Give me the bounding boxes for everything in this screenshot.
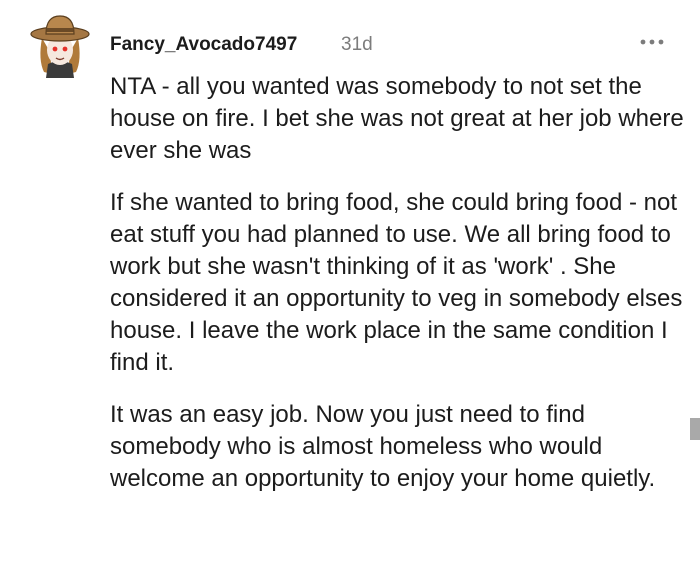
avatar[interactable] <box>30 12 90 78</box>
more-options-button[interactable] <box>636 30 668 54</box>
comment-paragraph: It was an easy job. Now you just need to… <box>110 401 656 492</box>
author-username[interactable]: Fancy_Avocado7497 <box>110 34 297 56</box>
comment-body: NTA - all you wanted was somebody to not… <box>110 71 685 515</box>
comment-timestamp: 31d <box>341 34 373 55</box>
comment-card: Fancy_Avocado7497 31d NTA - all you want… <box>0 0 700 578</box>
comment-paragraph: If she wanted to bring food, she could b… <box>110 189 683 376</box>
comment-paragraph: NTA - all you wanted was somebody to not… <box>110 73 684 164</box>
ellipsis-horizontal-icon <box>640 39 664 45</box>
scrollbar-thumb[interactable] <box>690 418 700 440</box>
avatar-image <box>30 15 90 78</box>
